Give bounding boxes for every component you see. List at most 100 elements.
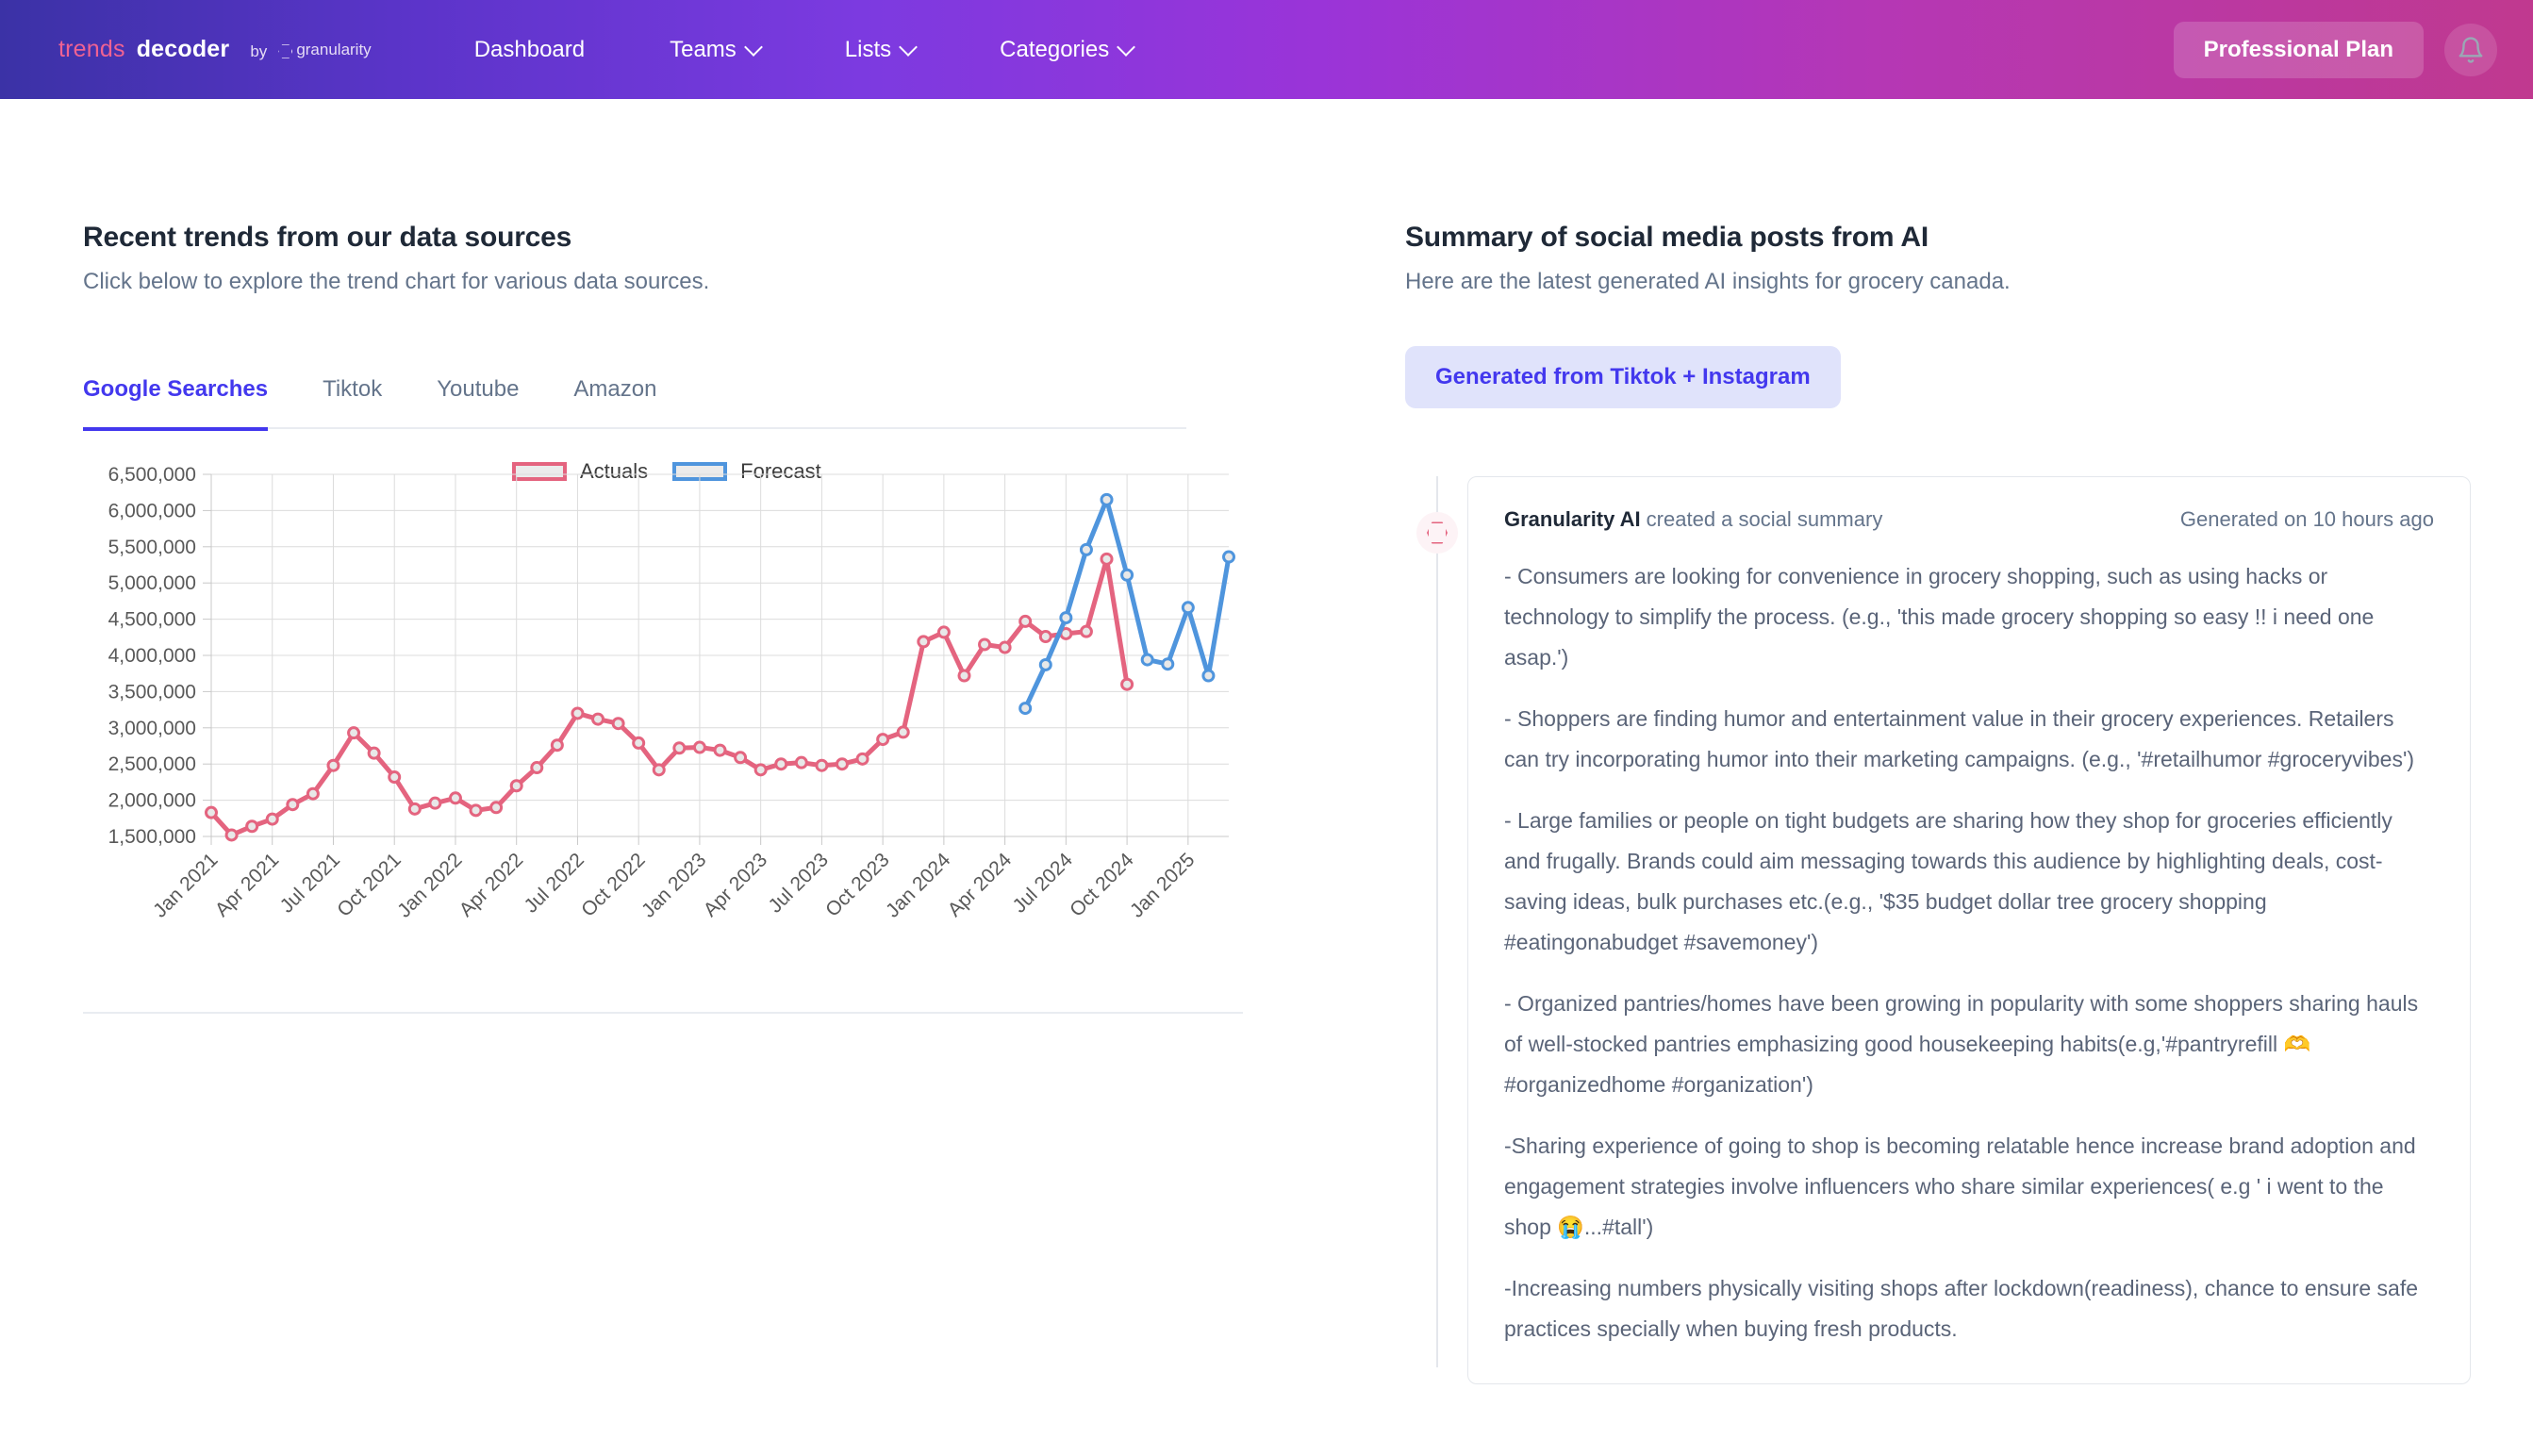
chart-data-point[interactable] [245,819,259,834]
chart-data-point[interactable] [407,802,422,816]
chart-data-point[interactable] [347,726,361,740]
chart-data-point[interactable] [1100,492,1114,506]
chart-data-point[interactable] [611,717,625,731]
main-nav: Dashboard Teams Lists Categories [432,37,1176,63]
chart-data-point[interactable] [1018,702,1033,716]
nav-label-lists: Lists [844,36,892,62]
y-axis-tick-label: 3,500,000 [108,681,196,703]
chart-data-point[interactable] [530,761,544,775]
chevron-down-icon [747,41,760,54]
notifications-button[interactable] [2444,23,2497,76]
chart-data-point[interactable] [1201,669,1216,683]
chart-data-point[interactable] [1038,630,1052,644]
chart-data-point[interactable] [978,637,992,652]
chart-data-point[interactable] [1120,677,1134,691]
y-axis-tick-label: 4,500,000 [108,609,196,631]
generated-source-chip[interactable]: Generated from Tiktok + Instagram [1405,346,1841,408]
tab-tiktok[interactable]: Tiktok [323,376,382,431]
chart-data-point[interactable] [550,738,564,753]
y-axis-tick-label: 2,000,000 [108,790,196,812]
nav-label-dashboard: Dashboard [473,36,586,62]
chart-data-point[interactable] [998,640,1012,654]
hexagon-icon [278,44,293,58]
chart-data-point[interactable] [367,746,381,760]
chart-data-point[interactable] [936,625,951,639]
chart-data-point[interactable] [1222,550,1235,564]
chart-data-point[interactable] [571,706,585,720]
chart-data-point[interactable] [794,755,808,769]
summary-title: Summary of social media posts from AI [1405,222,1929,253]
chart-data-point[interactable] [1018,614,1033,628]
chart-data-point[interactable] [224,828,239,842]
chart-bottom-divider [83,1012,1243,1014]
nav-item-lists[interactable]: Lists [803,37,957,63]
x-axis-tick-label: Jan 2022 [393,849,466,921]
chart-data-point[interactable] [286,798,300,812]
chart-data-point[interactable] [652,763,666,777]
chart-data-point[interactable] [1161,657,1175,671]
brand-logo[interactable]: trends decoder by granularity [58,36,372,63]
y-axis-tick-label: 6,000,000 [108,500,196,521]
chart-data-point[interactable] [957,669,971,683]
chart-data-point[interactable] [1100,552,1114,566]
chart-data-point[interactable] [265,812,279,826]
tab-youtube[interactable]: Youtube [437,376,519,431]
brand-company: granularity [278,41,372,59]
chart-data-point[interactable] [917,635,931,649]
chart-data-point[interactable] [1120,568,1134,582]
chart-data-point[interactable] [1140,653,1154,667]
chart-data-point[interactable] [591,712,605,726]
tab-label-google-searches: Google Searches [83,376,269,402]
nav-item-teams[interactable]: Teams [627,37,803,63]
tab-label-amazon: Amazon [573,376,657,402]
chart-data-point[interactable] [448,791,462,805]
chart-data-point[interactable] [855,752,869,766]
trends-title: Recent trends from our data sources [83,222,572,253]
chart-data-point[interactable] [1059,611,1073,625]
nav-item-dashboard[interactable]: Dashboard [432,37,627,63]
chevron-down-icon [1119,41,1133,54]
chart-data-point[interactable] [489,801,504,815]
chart-data-point[interactable] [1038,657,1052,671]
summary-action: created a social summary [1646,507,1883,531]
chart-data-point[interactable] [326,758,340,772]
chart-data-point[interactable] [1079,624,1093,638]
chart-data-point[interactable] [428,796,442,810]
chart-data-point[interactable] [306,786,320,801]
chart-data-point[interactable] [713,743,727,757]
x-axis-tick-label: Jan 2025 [1126,849,1199,921]
chart-data-point[interactable] [1181,601,1195,615]
chart-data-point[interactable] [509,779,523,793]
chart-data-point[interactable] [672,741,687,755]
chart-data-point[interactable] [774,757,788,771]
chart-data-point[interactable] [1079,542,1093,556]
chart-data-point[interactable] [753,763,768,777]
summary-card-header: Granularity AI created a social summary G… [1504,507,2434,532]
chart-data-point[interactable] [388,770,402,785]
trend-chart[interactable]: Actuals Forecast 6,500,000 6,000,000 5,500… [83,455,1243,1002]
x-axis-tick-label: Oct 2024 [1066,849,1138,921]
nav-label-categories: Categories [1000,36,1110,62]
summary-paragraph: - Organized pantries/homes have been gro… [1504,991,2419,1097]
y-axis-tick-label: 3,000,000 [108,718,196,739]
chart-data-point[interactable] [692,740,706,754]
summary-paragraph: - Large families or people on tight budg… [1504,808,2392,954]
chart-data-point[interactable] [896,725,910,739]
brand-decoder-text: decoder [136,36,230,62]
chart-data-point[interactable] [835,757,849,771]
chart-data-point[interactable] [815,758,829,772]
x-axis-tick-label: Jan 2024 [882,849,955,922]
chart-data-point[interactable] [734,751,748,765]
plan-badge[interactable]: Professional Plan [2173,21,2424,78]
summary-paragraph: - Shoppers are finding humor and enterta… [1504,706,2414,771]
tab-amazon[interactable]: Amazon [573,376,656,431]
tab-google-searches[interactable]: Google Searches [83,376,269,431]
chart-data-point[interactable] [469,803,483,818]
summary-card: Granularity AI created a social summary G… [1467,476,2471,1384]
chart-data-point[interactable] [632,736,646,750]
nav-item-categories[interactable]: Categories [957,37,1175,63]
y-axis-tick-label: 1,500,000 [108,826,196,848]
chart-data-point[interactable] [876,733,890,747]
chart-data-point[interactable] [205,805,218,819]
x-axis-tick-label: Apr 2024 [944,849,1017,921]
